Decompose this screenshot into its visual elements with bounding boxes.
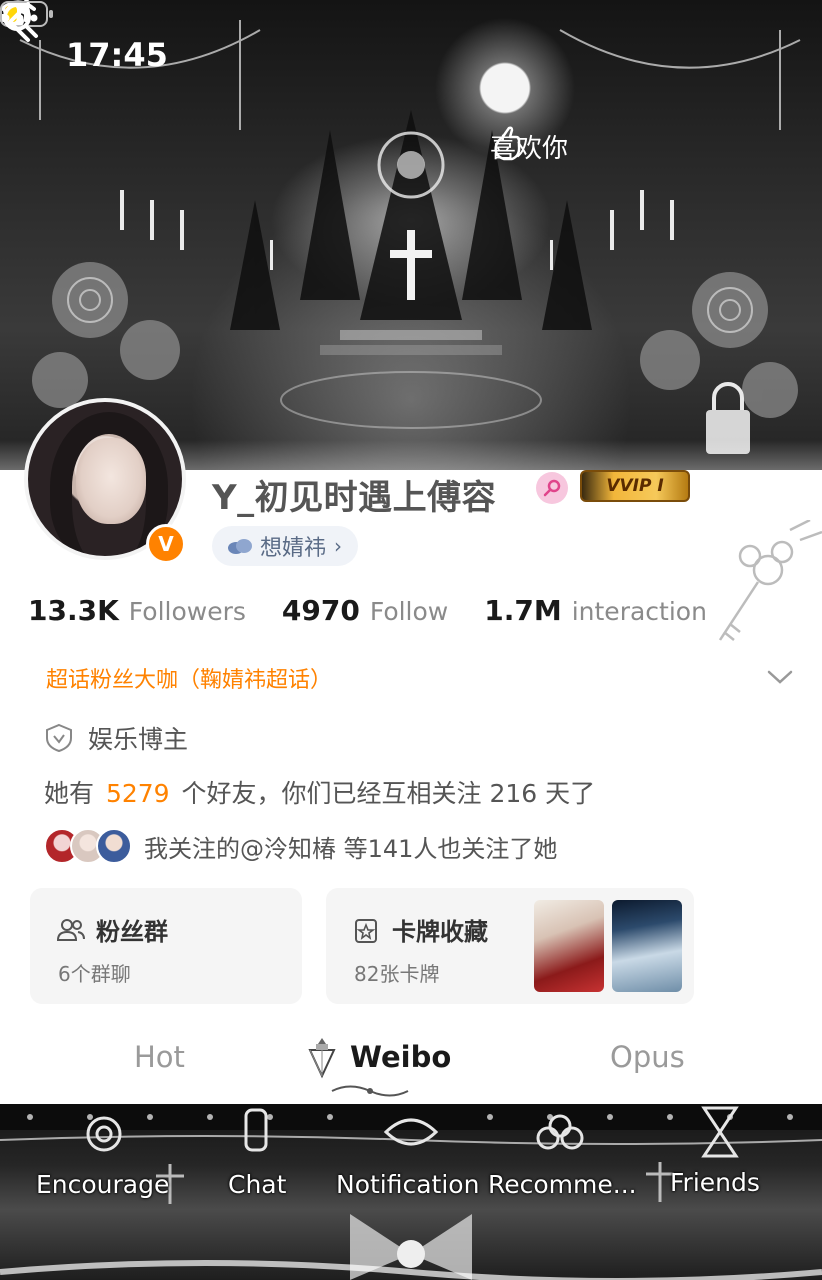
stats-row: 13.3K Followers 4970 Follow 1.7M interac… <box>28 594 743 627</box>
friends-suffix: 个好友，你们已经互相关注 216 天了 <box>181 779 596 808</box>
stat-number: 4970 <box>281 594 360 627</box>
people-icon <box>56 918 85 941</box>
stat-number: 13.3K <box>28 594 119 627</box>
stat-follow[interactable]: 4970 Follow <box>282 594 448 627</box>
cloud-icon <box>228 539 252 554</box>
nav-friends[interactable]: Friends <box>670 1168 760 1197</box>
card-subtitle: 82张卡牌 <box>354 962 440 986</box>
stat-label: Follow <box>369 597 449 626</box>
friends-prefix: 她有 <box>44 779 95 808</box>
nav-encourage[interactable]: Encourage <box>36 1170 169 1199</box>
shield-check-icon <box>46 723 72 753</box>
nav-notification[interactable]: Notification <box>336 1170 479 1199</box>
fan-title[interactable]: 超话粉丝大咖（鞠婧祎超话） <box>46 662 332 694</box>
stat-number: 1.7M <box>484 594 562 627</box>
username: Y_初见时遇上傅容 <box>212 478 497 518</box>
stat-label: Followers <box>128 597 246 626</box>
card-title: 卡牌收藏 <box>392 918 488 946</box>
bottom-nav: Encourage Chat Notification Recomme... F… <box>0 1104 822 1280</box>
gem-icon <box>308 1038 336 1079</box>
chevron-down-icon[interactable] <box>766 666 794 688</box>
female-icon <box>536 472 568 504</box>
verified-icon: V <box>146 524 186 564</box>
vip-crown-icon[interactable]: VVIP I <box>580 470 690 502</box>
nav-chat[interactable]: Chat <box>228 1170 286 1199</box>
card-thumbnail[interactable] <box>612 900 682 992</box>
more-icon[interactable] <box>0 0 40 36</box>
status-time: 17:45 <box>66 36 168 74</box>
certification-label: 娱乐博主 <box>88 725 189 754</box>
like-hand-icon <box>494 126 521 161</box>
stat-label: interaction <box>571 597 707 626</box>
card-collection-card[interactable]: 卡牌收藏 82张卡牌 <box>326 888 694 1004</box>
certification-row: 娱乐博主 <box>44 720 188 756</box>
supertopic-chip[interactable]: 想婧祎 › <box>212 526 359 566</box>
card-subtitle: 6个群聊 <box>58 962 131 986</box>
card-title: 粉丝群 <box>96 918 168 946</box>
card-thumbnail[interactable] <box>534 900 604 992</box>
card-star-icon <box>355 918 377 943</box>
friends-count[interactable]: 5279 <box>106 779 170 808</box>
tab-weibo[interactable]: Weibo <box>350 1040 451 1074</box>
tab-indicator <box>331 1085 409 1097</box>
mutual-row[interactable]: 我关注的@泠知椿 等141人也关注了她 <box>44 828 557 864</box>
vip-label: VVIP I <box>606 476 664 496</box>
fan-group-card[interactable]: 粉丝群 6个群聊 <box>30 888 302 1004</box>
tab-hot[interactable]: Hot <box>134 1040 185 1074</box>
key-decoration <box>718 520 822 641</box>
stat-followers[interactable]: 13.3K Followers <box>28 594 246 627</box>
friends-row: 她有 5279 个好友，你们已经互相关注 216 天了 <box>44 774 595 810</box>
avatar-face <box>76 438 146 524</box>
mutual-text: 我关注的@泠知椿 等141人也关注了她 <box>144 834 558 863</box>
tab-opus[interactable]: Opus <box>610 1040 685 1074</box>
supertopic-label: 想婧祎 <box>260 536 327 561</box>
avatar <box>96 828 132 864</box>
stat-interaction[interactable]: 1.7M interaction <box>484 594 707 627</box>
like-button[interactable]: 喜欢你 <box>490 126 568 166</box>
chip-arrow: › <box>334 534 343 558</box>
nav-recommend[interactable]: Recomme... <box>488 1170 637 1199</box>
